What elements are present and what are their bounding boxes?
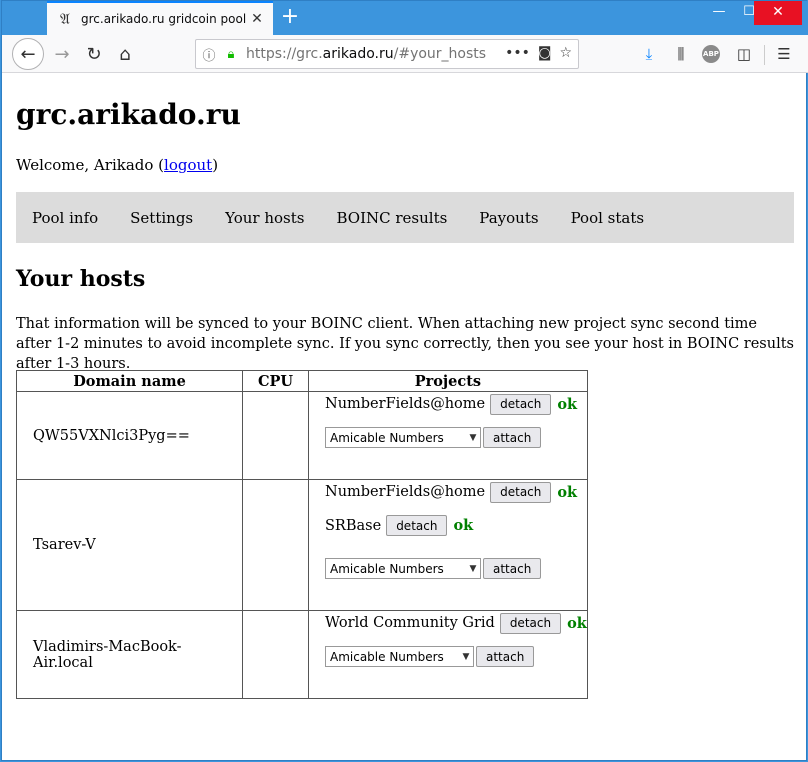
active-tab[interactable]: 𝔄 grc.arikado.ru gridcoin pool ✕ [47, 1, 273, 35]
home-icon[interactable]: ⌂ [110, 39, 140, 69]
attach-button[interactable]: attach [483, 558, 542, 579]
download-icon[interactable]: ⤓ [639, 44, 659, 64]
host-projects: NumberFields@home detach ok SRBase detac… [308, 479, 588, 611]
forward-arrow-icon[interactable]: → [47, 39, 77, 69]
detach-button[interactable]: detach [386, 515, 448, 536]
project-name: SRBase [325, 517, 382, 534]
attach-button[interactable]: attach [476, 646, 535, 667]
status-ok: ok [557, 483, 578, 501]
project-name: NumberFields@home [325, 396, 486, 412]
intro-text: That information will be synced to your … [16, 316, 794, 372]
site-favicon-icon: 𝔄 [60, 10, 70, 28]
menu-item-payouts[interactable]: Payouts [479, 209, 538, 227]
header-domain: Domain name [16, 370, 243, 392]
select-value: Amicable Numbers [330, 649, 444, 664]
project-entry: SRBase detach ok [325, 504, 587, 547]
minimize-icon[interactable]: — [702, 1, 736, 25]
back-arrow-icon[interactable]: ← [12, 38, 44, 70]
project-select[interactable]: Amicable Numbers ▼ [325, 427, 481, 448]
new-tab-icon[interactable]: + [276, 4, 304, 32]
lock-icon: 🔒︎ [227, 46, 235, 62]
url-text[interactable]: https://grc.arikado.ru/#your_hosts [246, 46, 486, 62]
site-info-icon[interactable]: ⓘ [196, 45, 222, 64]
project-name: NumberFields@home [325, 484, 486, 500]
detach-button[interactable]: detach [499, 612, 562, 634]
table-row: Vladimirs-MacBook-Air.local World Commun… [16, 610, 588, 699]
tab-title: grc.arikado.ru gridcoin pool [81, 12, 247, 26]
tab-strip: 𝔄 grc.arikado.ru gridcoin pool ✕ + — ☐ ✕ [2, 1, 808, 35]
url-actions: ••• ◙ ☆ [505, 45, 572, 61]
chevron-down-icon: ▼ [469, 563, 477, 574]
menu-item-settings[interactable]: Settings [130, 209, 193, 227]
toolbar-divider [764, 45, 765, 65]
host-domain: Tsarev-V [16, 479, 243, 611]
url-host: arikado.ru [322, 46, 394, 62]
host-projects: World Community Grid detach ok Amicable … [308, 610, 588, 699]
select-value: Amicable Numbers [330, 561, 444, 576]
site-title: grc.arikado.ru [16, 98, 241, 131]
attach-row: Amicable Numbers ▼ attach [325, 635, 587, 678]
project-select[interactable]: Amicable Numbers ▼ [325, 646, 474, 667]
welcome-line: Welcome, Arikado (logout) [16, 156, 218, 174]
host-projects: NumberFields@home detach ok Amicable Num… [308, 391, 588, 480]
host-domain: QW55VXNlci3Pyg== [16, 391, 243, 480]
status-ok: ok [453, 517, 474, 534]
chevron-down-icon: ▼ [462, 651, 470, 662]
menu-item-pool-info[interactable]: Pool info [32, 209, 98, 227]
welcome-text: Welcome, Arikado ( [16, 156, 165, 174]
adblock-icon[interactable]: ABP [702, 45, 720, 63]
chevron-down-icon: ▼ [469, 432, 477, 443]
welcome-suffix: ) [212, 156, 219, 174]
sidebar-icon[interactable]: ◫ [734, 44, 754, 64]
attach-button[interactable]: attach [483, 427, 542, 448]
project-entry: NumberFields@home detach ok [325, 480, 587, 504]
hamburger-menu-icon[interactable]: ☰ [774, 44, 794, 64]
browser-window: 𝔄 grc.arikado.ru gridcoin pool ✕ + — ☐ ✕… [1, 0, 808, 761]
project-entry: World Community Grid detach ok [325, 611, 587, 635]
detach-button[interactable]: detach [490, 481, 552, 503]
header-cpu: CPU [242, 370, 309, 392]
detach-button[interactable]: detach [490, 393, 552, 415]
close-tab-icon[interactable]: ✕ [249, 11, 265, 27]
table-row: QW55VXNlci3Pyg== NumberFields@home detac… [16, 391, 588, 480]
project-entry: NumberFields@home detach ok [325, 392, 587, 416]
table-row: Tsarev-V NumberFields@home detach ok SRB… [16, 479, 588, 611]
host-cpu [242, 391, 309, 480]
navigation-toolbar: ← → ↻ ⌂ ⓘ 🔒︎ https://grc.arikado.ru/#you… [2, 35, 808, 73]
pocket-icon[interactable]: ◙ [538, 45, 552, 61]
project-select[interactable]: Amicable Numbers ▼ [325, 558, 481, 579]
menu-item-boinc-results[interactable]: BOINC results [336, 209, 447, 227]
select-value: Amicable Numbers [330, 430, 444, 445]
library-icon[interactable]: ⫼ [671, 44, 691, 64]
address-bar[interactable]: ⓘ 🔒︎ https://grc.arikado.ru/#your_hosts … [195, 39, 579, 69]
menu-item-pool-stats[interactable]: Pool stats [571, 209, 645, 227]
url-path: /#your_hosts [393, 46, 487, 62]
attach-row: Amicable Numbers ▼ attach [325, 547, 587, 590]
section-title: Your hosts [16, 266, 146, 292]
menu-item-your-hosts[interactable]: Your hosts [225, 209, 304, 227]
host-cpu [242, 610, 309, 699]
page-content: grc.arikado.ru Welcome, Arikado (logout)… [2, 74, 806, 760]
header-projects: Projects [308, 370, 588, 392]
attach-row: Amicable Numbers ▼ attach [325, 416, 587, 459]
logout-link[interactable]: logout [164, 156, 212, 174]
page-actions-icon[interactable]: ••• [505, 45, 530, 61]
project-name: World Community Grid [325, 615, 495, 631]
table-header-row: Domain name CPU Projects [16, 370, 588, 392]
host-domain: Vladimirs-MacBook-Air.local [16, 610, 243, 699]
status-ok: ok [567, 614, 587, 632]
close-window-icon[interactable]: ✕ [754, 1, 802, 25]
bookmark-star-icon[interactable]: ☆ [559, 45, 572, 61]
status-ok: ok [557, 395, 578, 413]
host-cpu [242, 479, 309, 611]
hosts-table: Domain name CPU Projects QW55VXNlci3Pyg=… [16, 370, 588, 699]
reload-icon[interactable]: ↻ [79, 39, 109, 69]
url-scheme: https://grc. [246, 46, 323, 62]
main-menu: Pool info Settings Your hosts BOINC resu… [16, 192, 794, 243]
